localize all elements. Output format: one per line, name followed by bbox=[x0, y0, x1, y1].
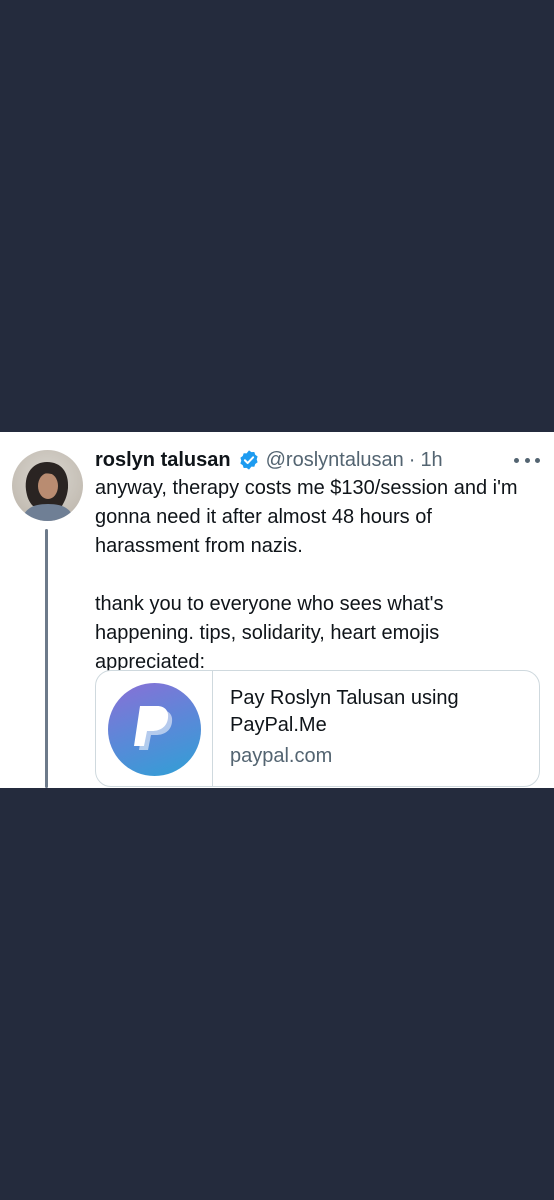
link-card[interactable]: Pay Roslyn Talusan using PayPal.Me paypa… bbox=[95, 670, 540, 787]
handle[interactable]: @roslyntalusan bbox=[266, 446, 404, 474]
tweet-text: anyway, therapy costs me $130/session an… bbox=[95, 474, 535, 677]
tweet-paragraph-2: thank you to everyone who sees what's ha… bbox=[95, 593, 444, 673]
meta-separator: · bbox=[408, 449, 416, 471]
thread-line bbox=[45, 529, 48, 788]
more-options-icon[interactable] bbox=[514, 450, 540, 470]
verified-badge-icon bbox=[239, 450, 258, 470]
card-media bbox=[96, 671, 213, 786]
dot bbox=[524, 457, 530, 463]
card-text: Pay Roslyn Talusan using PayPal.Me paypa… bbox=[230, 685, 530, 770]
display-name[interactable]: roslyn talusan bbox=[95, 446, 231, 474]
tweet[interactable]: roslyn talusan @roslyntalusan · 1h anywa… bbox=[0, 432, 554, 788]
dot bbox=[514, 457, 519, 463]
timestamp[interactable]: 1h bbox=[420, 446, 442, 474]
avatar-photo-icon bbox=[22, 462, 74, 521]
tweet-paragraph-1: anyway, therapy costs me $130/session an… bbox=[95, 477, 518, 557]
card-title[interactable]: Pay Roslyn Talusan using PayPal.Me bbox=[230, 685, 530, 739]
card-domain: paypal.com bbox=[230, 745, 333, 767]
tweet-header: roslyn talusan @roslyntalusan · 1h bbox=[95, 446, 443, 474]
avatar[interactable] bbox=[12, 450, 83, 521]
paypal-logo-icon bbox=[107, 683, 201, 776]
dot bbox=[535, 457, 540, 463]
